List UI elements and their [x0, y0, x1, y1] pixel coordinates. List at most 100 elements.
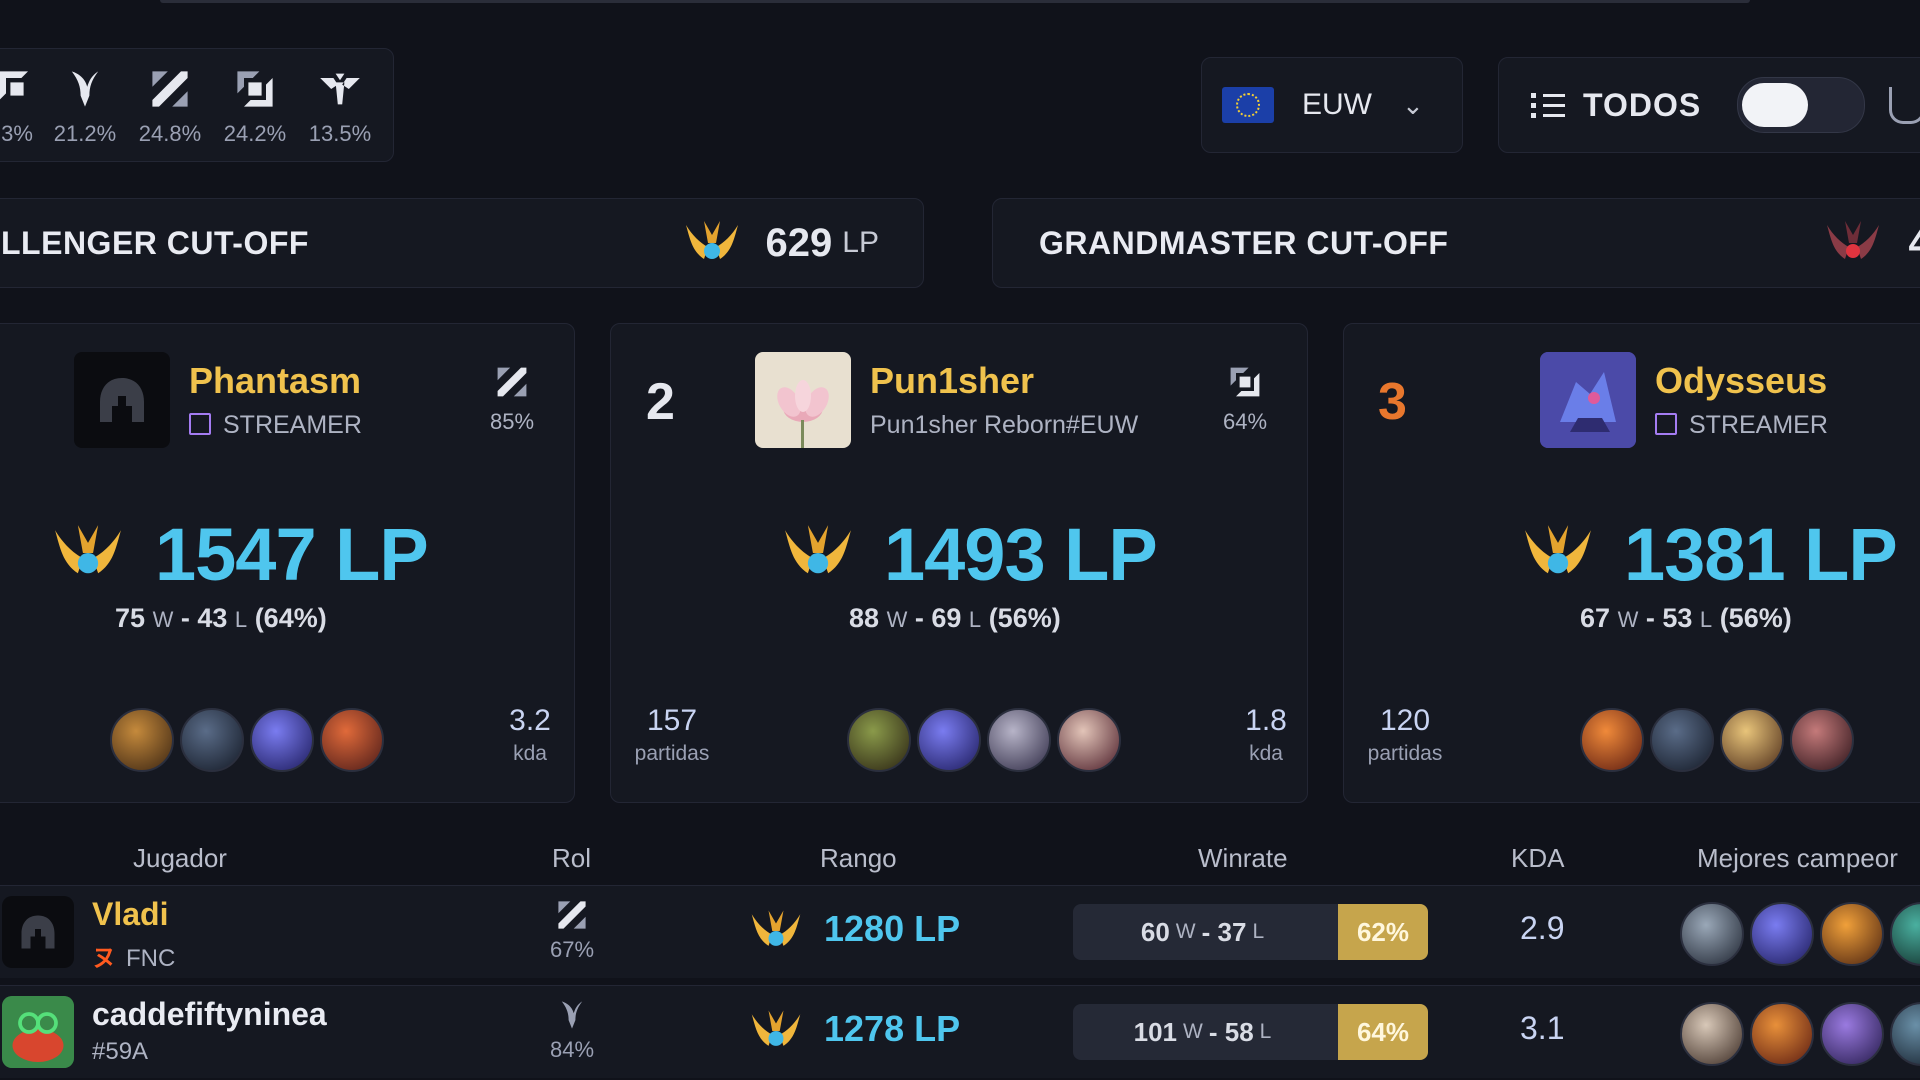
player-lp: 1278 LP	[824, 1008, 961, 1049]
champion-icon[interactable]	[1790, 708, 1854, 772]
grandmaster-emblem-icon	[1826, 221, 1879, 259]
role-filter-adc[interactable]: 24.2%	[215, 67, 295, 147]
player-name[interactable]: Pun1sher	[870, 360, 1034, 402]
role-filter-support[interactable]: 13.5%	[300, 67, 380, 147]
twitch-icon	[1655, 413, 1677, 435]
player-avatar	[2, 996, 74, 1068]
cutoff-unit: LP	[842, 226, 879, 259]
player-tag: Pun1sher Reborn#EUW	[870, 411, 1139, 439]
champion-icon[interactable]	[1057, 708, 1121, 772]
champion-icon[interactable]	[1890, 1002, 1920, 1066]
player-tag: #59A	[92, 1038, 149, 1065]
region-select[interactable]: EUW ⌄	[1201, 57, 1463, 153]
player-record: 88 W - 69 L (56%)	[849, 603, 1061, 633]
top-role-icon	[0, 71, 28, 100]
col-header-player[interactable]: Jugador	[133, 843, 227, 874]
role-pct: 24.2%	[223, 121, 287, 146]
challenger-emblem-icon	[1525, 525, 1591, 574]
grandmaster-cutoff-bar: GRANDMASTER CUT-OFF 40	[992, 198, 1920, 288]
role-pct: 13.5%	[308, 121, 372, 146]
player-tag: STREAMER	[1655, 411, 1828, 440]
challenger-emblem-icon	[55, 525, 121, 574]
player-avatar	[755, 352, 851, 448]
champion-icon[interactable]	[1820, 1002, 1884, 1066]
winrate-bar: 60 W - 37 L 62%	[1073, 904, 1428, 960]
role-pct: 85%	[489, 409, 535, 434]
champion-icon[interactable]	[1680, 1002, 1744, 1066]
champion-icon[interactable]	[1750, 1002, 1814, 1066]
player-avatar	[2, 896, 74, 968]
jungle-role-icon	[71, 71, 99, 107]
player-avatar	[1540, 352, 1636, 448]
team-tag: ヌ FNC	[92, 945, 176, 972]
region-label: EUW	[1302, 88, 1372, 121]
player-tag: STREAMER	[189, 411, 362, 440]
player-record: 67 W - 53 L (56%)	[1580, 603, 1792, 633]
player-name[interactable]: Vladi	[92, 896, 168, 933]
challenger-cutoff-bar: LLENGER CUT-OFF 629 LP	[0, 198, 924, 288]
player-kda: 1.8 kda	[1245, 704, 1287, 765]
champion-icon[interactable]	[320, 708, 384, 772]
player-name[interactable]: caddefiftyninea	[92, 996, 327, 1033]
player-kda: 3.2 kda	[509, 704, 551, 765]
champion-icon[interactable]	[1750, 902, 1814, 966]
cutoff-lp: 40	[1908, 220, 1920, 265]
player-role: 64%	[1205, 364, 1285, 435]
jungle-role-icon	[561, 1001, 583, 1029]
twitch-icon	[189, 413, 211, 435]
player-name[interactable]: Odysseus	[1655, 360, 1827, 402]
player-kda: 2.9	[1520, 910, 1565, 946]
challenger-emblem-icon	[685, 221, 738, 259]
champion-icon[interactable]	[1580, 708, 1644, 772]
player-lp: 1493 LP	[884, 513, 1158, 596]
player-lp: 1280 LP	[824, 908, 961, 949]
winrate-pct: 62%	[1338, 904, 1428, 960]
table-row[interactable]: caddefiftyninea #59A 84% 1278 LP 101 W - 5…	[0, 985, 1920, 1078]
champion-icon[interactable]	[1720, 708, 1784, 772]
filter-all-label: TODOS	[1583, 86, 1702, 123]
adc-role-icon	[237, 71, 273, 107]
col-header-kda[interactable]: KDA	[1511, 843, 1564, 874]
mid-role-icon	[152, 71, 188, 107]
role-pct: 67%	[549, 937, 595, 962]
col-header-winrate[interactable]: Winrate	[1198, 843, 1288, 874]
champion-icon[interactable]	[1680, 902, 1744, 966]
rank-number: 3	[1378, 373, 1407, 431]
player-games: 120 partidas	[1367, 704, 1443, 765]
support-role-icon	[320, 73, 360, 105]
filter-all-panel: TODOS	[1498, 57, 1920, 153]
role-filter-jungle[interactable]: 21.2%	[45, 67, 125, 147]
adc-role-icon	[1230, 367, 1260, 397]
player-role: 67%	[532, 898, 612, 963]
col-header-best-champions[interactable]: Mejores campeor	[1697, 843, 1898, 874]
champion-icon[interactable]	[847, 708, 911, 772]
champion-icon[interactable]	[110, 708, 174, 772]
champion-icon[interactable]	[250, 708, 314, 772]
trophy-icon[interactable]	[1889, 86, 1920, 124]
col-header-role[interactable]: Rol	[552, 843, 591, 874]
player-kda: 3.1	[1520, 1010, 1565, 1046]
winrate-pct: 64%	[1338, 1004, 1428, 1060]
champion-icon[interactable]	[180, 708, 244, 772]
filter-toggle[interactable]	[1737, 77, 1866, 133]
rank-number: 2	[646, 373, 675, 431]
col-header-rank[interactable]: Rango	[820, 843, 897, 874]
player-lp: 1547 LP	[155, 513, 429, 596]
cutoff-name: LLENGER CUT-OFF	[1, 224, 309, 261]
eu-flag-icon	[1222, 87, 1274, 123]
role-pct: 24.8%	[138, 121, 202, 146]
challenger-emblem-icon	[785, 525, 851, 574]
cutoff-name: GRANDMASTER CUT-OFF	[1039, 224, 1449, 261]
player-role: 85%	[472, 364, 552, 435]
champion-icon[interactable]	[917, 708, 981, 772]
role-filter-mid[interactable]: 24.8%	[130, 67, 210, 147]
champion-icon[interactable]	[1890, 902, 1920, 966]
player-role: 84%	[532, 998, 612, 1063]
role-pct: 84%	[549, 1037, 595, 1062]
champion-icon[interactable]	[1820, 902, 1884, 966]
table-row[interactable]: Vladi ヌ FNC 67% 1280 LP 60 W - 37 L 62% 2.9	[0, 885, 1920, 978]
player-name[interactable]: Phantasm	[189, 360, 361, 402]
champion-icon[interactable]	[987, 708, 1051, 772]
list-icon	[1531, 92, 1565, 118]
champion-icon[interactable]	[1650, 708, 1714, 772]
